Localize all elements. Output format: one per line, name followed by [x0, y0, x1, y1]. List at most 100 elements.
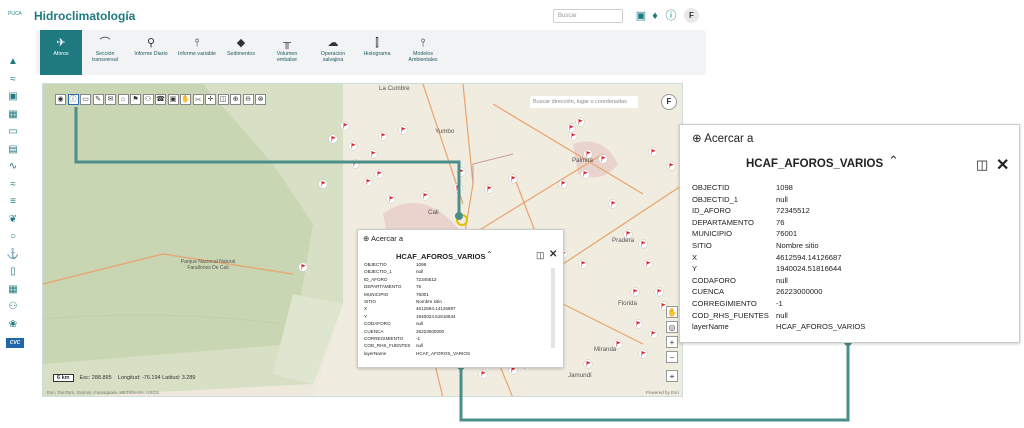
- attribute-row: layerName HCAF_AFOROS_VARIOS: [692, 322, 1012, 334]
- group-icon[interactable]: ⚇: [6, 300, 20, 314]
- scrollbar[interactable]: [551, 268, 555, 348]
- wave-icon[interactable]: ∿: [6, 160, 20, 174]
- attribute-row: CORREGIMIENTO -1: [692, 299, 1012, 311]
- list-icon[interactable]: ≡: [6, 195, 20, 209]
- toolbar-item-0[interactable]: ✈ Aforos: [40, 30, 82, 75]
- collapse-icon[interactable]: ⌃: [888, 153, 899, 169]
- attribute-row: X 4612594.14126687: [364, 306, 554, 313]
- toolbar-item-1[interactable]: ⌒ Sección transversal: [84, 30, 126, 75]
- close-icon[interactable]: ✕: [549, 249, 557, 260]
- map-icon[interactable]: ≈: [6, 73, 20, 87]
- toolbar-item-icon: ╥: [283, 37, 291, 49]
- hand-icon[interactable]: ✋: [180, 94, 191, 105]
- attribute-key: Y: [692, 264, 698, 274]
- city-label: Palmira: [572, 157, 593, 164]
- building-icon[interactable]: ▣: [6, 90, 20, 104]
- toolbar-item-7[interactable]: ⫿ Histograma: [356, 30, 398, 75]
- zoom-to-label: Acercar a: [704, 133, 754, 145]
- split-icon[interactable]: ◫: [217, 94, 229, 105]
- compass-icon[interactable]: ◎: [666, 321, 678, 333]
- comment-icon[interactable]: ✉: [105, 94, 116, 105]
- sidebar: ▲ ≈ ▣ ▦ ▭ ▤ ∿ ≈ ≡ ❦ ○ ⚓ ▯ ▦ ⚇ ❀ CVC: [6, 55, 26, 375]
- waves-icon[interactable]: ≈: [6, 178, 20, 192]
- attribute-key: ID_AFORO: [364, 276, 388, 282]
- toolbar-item-2[interactable]: ⚲ Informe Diario: [130, 30, 172, 75]
- phone-icon[interactable]: ☎: [155, 94, 166, 105]
- zoom-in-button[interactable]: +: [666, 336, 678, 348]
- flag-icon[interactable]: ⚑: [130, 94, 141, 105]
- scale-bar: 6 km Esc: 288.895 Longitud: -76.194 Latit…: [53, 374, 195, 382]
- attribute-key: DEPARTAMENTO: [692, 217, 754, 227]
- bell-icon[interactable]: ♦: [648, 9, 662, 23]
- city-label: Jamundí: [568, 372, 592, 379]
- locate-icon[interactable]: ⌖: [666, 370, 678, 382]
- person-icon[interactable]: ❀: [6, 318, 20, 332]
- attribute-row: CODAFORO null: [364, 321, 554, 328]
- help-icon[interactable]: ⓘ: [664, 9, 678, 23]
- boat-icon[interactable]: ⚓: [6, 248, 20, 262]
- toolbar-item-icon: ☁: [327, 37, 339, 49]
- app-title: Hidroclimatología: [34, 9, 136, 23]
- share-icon[interactable]: ⪥: [192, 94, 204, 105]
- dock-icon[interactable]: ◫: [536, 250, 545, 261]
- dock-icon[interactable]: ◫: [976, 157, 988, 173]
- zoom-to-link[interactable]: ⊕ Acercar a: [363, 234, 403, 243]
- module-toolbar: ✈ Aforos ⌒ Sección transversal ⚲ Informe Diar…: [36, 30, 706, 75]
- network-icon[interactable]: ⚇: [142, 94, 154, 105]
- toolbar-item-icon: ✈: [56, 37, 66, 49]
- grid-icon[interactable]: ▦: [6, 283, 20, 297]
- draw-icon[interactable]: ✎: [92, 94, 104, 105]
- zoom-out-button[interactable]: −: [666, 351, 678, 363]
- toolbar-item-label: Sección transversal: [92, 51, 118, 63]
- collapse-icon[interactable]: ⌃: [486, 250, 493, 259]
- drop-icon[interactable]: ○: [6, 230, 20, 244]
- attribute-row: SITIO Nombre sitio: [692, 241, 1012, 253]
- toolbar-item-6[interactable]: ☁ Operacion salvajina: [312, 30, 354, 75]
- app-logo: PUCA: [8, 11, 22, 17]
- toolbar-item-icon: ⫿: [375, 37, 379, 49]
- calendar-icon[interactable]: ▤: [6, 143, 20, 157]
- leaf-icon[interactable]: ❦: [6, 213, 20, 227]
- layers-icon[interactable]: ▲: [6, 55, 20, 69]
- map-switch-icon[interactable]: ▣: [634, 9, 648, 23]
- table-icon[interactable]: ▭: [6, 125, 20, 139]
- attribute-list: OBJECTID 1098 OBJECTID_1 null ID_AFORO 723455…: [692, 183, 1012, 339]
- coords-text: Longitud: -76.194 Latitud: 3.289: [117, 375, 196, 381]
- attribute-row: CODAFORO null: [692, 276, 1012, 288]
- pan-icon[interactable]: ✋: [666, 306, 678, 318]
- map-search-input[interactable]: Buscar dirección, lugar o coordenadas: [530, 96, 638, 108]
- info-icon[interactable]: ⓘ: [67, 94, 79, 105]
- toolbar-item-5[interactable]: ╥ Volumen embalse: [266, 30, 308, 75]
- zoom-out-icon[interactable]: ⊖: [242, 94, 254, 105]
- attribute-row: DEPARTAMENTO 76: [364, 284, 554, 291]
- attribute-value: Nombre sitio: [416, 299, 442, 304]
- zoom-to-link[interactable]: ⊕ Acercar a: [692, 131, 753, 145]
- zoom-in-icon[interactable]: ⊕: [230, 94, 241, 105]
- attribute-row: OBJECTID 1098: [364, 262, 554, 269]
- zoom-to-label: Acercar a: [370, 234, 404, 243]
- zoom-extent-icon[interactable]: ⊗: [255, 94, 266, 105]
- toolbar-item-label: Sedimentos: [227, 51, 255, 57]
- toolbar-item-4[interactable]: ◆ Sedimentos: [220, 30, 262, 75]
- layers-icon[interactable]: ◉: [55, 94, 66, 105]
- map-user-button[interactable]: F: [661, 94, 677, 110]
- attribute-value: 72345512: [776, 206, 810, 216]
- book-icon[interactable]: ▯: [6, 265, 20, 279]
- ruler-icon[interactable]: ▭: [80, 94, 91, 105]
- map-attribution: Esri, TomTom, Garmin, Foursquare, METI/N…: [47, 390, 159, 395]
- toolbar-item-3[interactable]: ⫯ Informe variable: [176, 30, 218, 75]
- avatar[interactable]: F: [684, 8, 699, 23]
- attribute-key: COD_RHS_FUENTES: [364, 343, 411, 349]
- attribute-value: 76: [776, 217, 785, 227]
- attribute-value: null: [416, 321, 424, 327]
- move-icon[interactable]: ✛: [205, 94, 216, 105]
- toolbar-item-label: Modelos Ambientales: [408, 51, 438, 63]
- attribute-key: ID_AFORO: [692, 206, 731, 216]
- close-icon[interactable]: ✕: [996, 155, 1009, 175]
- print-icon[interactable]: ⌂: [117, 94, 129, 105]
- attribute-value: 72345512: [416, 276, 437, 282]
- gallery-icon[interactable]: ▣: [167, 94, 179, 105]
- search-input[interactable]: Buscar: [553, 9, 623, 23]
- chart-icon[interactable]: ▦: [6, 108, 20, 122]
- toolbar-item-8[interactable]: ⫯ Modelos Ambientales: [402, 30, 444, 75]
